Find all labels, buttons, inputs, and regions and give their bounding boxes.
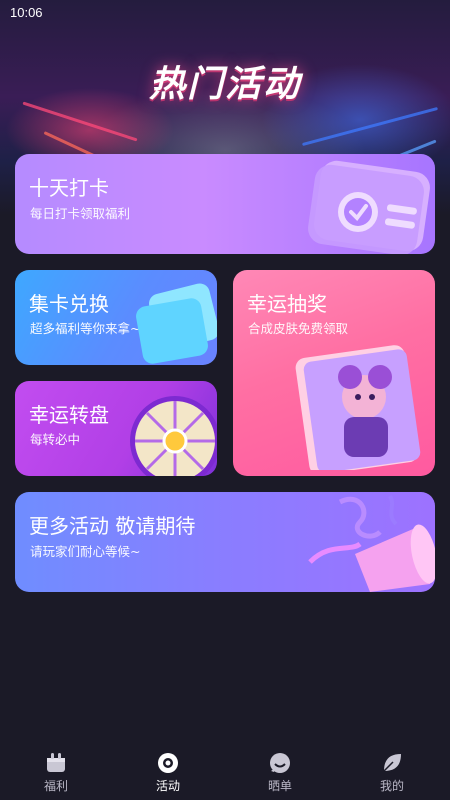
lottery-title: 幸运抽奖: [247, 292, 327, 316]
light-streak: [301, 106, 439, 147]
checkin-title: 十天打卡: [29, 176, 109, 200]
checkin-card[interactable]: 十天打卡 每日打卡领取福利: [15, 154, 435, 254]
status-bar-time: 10:06: [10, 5, 43, 20]
wheel-card[interactable]: 幸运转盘 每转必中: [15, 381, 217, 476]
checkin-subtitle: 每日打卡领取福利: [30, 206, 131, 221]
page-title: 热门活动: [148, 64, 301, 105]
gift-box-icon: [47, 753, 65, 772]
tab-profile[interactable]: 我的: [336, 742, 448, 800]
wheel-title: 幸运转盘: [29, 403, 109, 427]
more-title: 更多活动 敬请期待: [29, 514, 196, 538]
tab-label-showcase: 晒单: [267, 779, 292, 793]
skin-card-illustration: [295, 345, 421, 470]
cards-stack-icon: [136, 283, 217, 364]
collect-card[interactable]: 集卡兑换 超多福利等你来拿~: [15, 270, 217, 365]
profile-leaf-icon: [383, 754, 401, 772]
tab-label-welfare: 福利: [43, 779, 68, 793]
more-subtitle: 请玩家们耐心等候~: [30, 544, 141, 559]
bottom-tab-bar: 福利 活动 晒单 我的: [0, 742, 450, 800]
collect-subtitle: 超多福利等你来拿~: [30, 321, 141, 336]
wheel-subtitle: 每转必中: [30, 432, 81, 447]
activity-target-icon: [158, 753, 178, 773]
party-popper-icon: [308, 494, 435, 592]
calendar-check-icon: [308, 160, 430, 254]
more-activities-card[interactable]: 更多活动 敬请期待 请玩家们耐心等候~: [15, 492, 435, 592]
tab-showcase[interactable]: 晒单: [224, 742, 336, 800]
lottery-card[interactable]: 幸运抽奖 合成皮肤免费领取: [233, 270, 435, 476]
tab-label-profile: 我的: [379, 779, 404, 793]
lottery-subtitle: 合成皮肤免费领取: [248, 321, 349, 336]
tab-welfare[interactable]: 福利: [0, 742, 112, 800]
chat-bubble-icon: [270, 753, 290, 773]
tab-label-activity: 活动: [155, 779, 180, 793]
tab-activity[interactable]: 活动: [112, 742, 224, 800]
spin-wheel-icon: [130, 396, 217, 476]
collect-title: 集卡兑换: [29, 292, 109, 316]
light-streak: [22, 101, 138, 142]
